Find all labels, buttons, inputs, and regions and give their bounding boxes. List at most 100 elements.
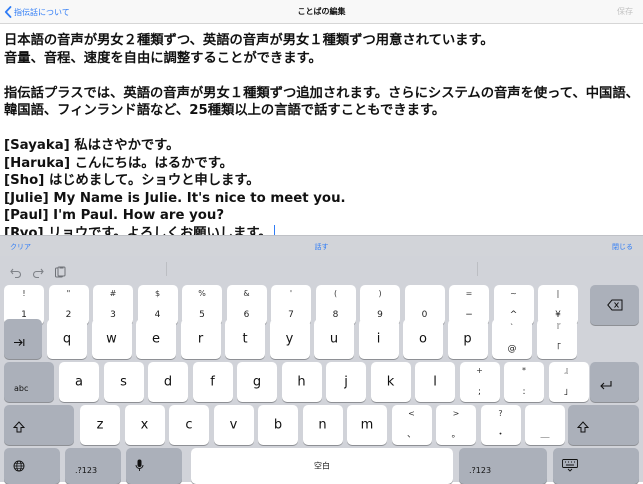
key-label: o xyxy=(419,331,427,347)
editor-line: [Julie] My Name is Julie. It's nice to m… xyxy=(4,190,346,206)
key-secondary-label: + xyxy=(476,366,483,375)
tab-icon xyxy=(13,332,25,351)
keyboard-dismiss-icon xyxy=(562,457,578,476)
key-secondary-label: * xyxy=(522,366,526,375)
numbers-key-right[interactable]: .?123 xyxy=(459,448,547,484)
key-label: m xyxy=(360,417,374,433)
key-primary-label: 」 xyxy=(563,387,573,397)
key-e[interactable]: e xyxy=(136,319,176,359)
key-s[interactable]: s xyxy=(103,362,144,402)
key-extra[interactable]: <、 xyxy=(391,405,432,445)
shift-icon xyxy=(576,418,590,437)
speak-button[interactable]: 話す xyxy=(315,243,329,251)
redo-icon[interactable] xyxy=(32,263,44,279)
key-m[interactable]: m xyxy=(347,405,387,445)
key-q[interactable]: q xyxy=(47,319,87,359)
return-key[interactable] xyxy=(590,362,639,402)
key-label: f xyxy=(210,374,215,390)
key-j[interactable]: j xyxy=(326,362,366,402)
key-i[interactable]: i xyxy=(358,319,399,359)
text-editor[interactable]: 日本語の音声が男女２種類ずつ、英語の音声が男女１種類ずつ用意されています。 音量、… xyxy=(4,32,639,242)
key-extra[interactable]: *: xyxy=(504,362,544,402)
key-label: d xyxy=(163,374,173,390)
key-b[interactable]: b xyxy=(258,405,298,445)
key-label: 空白 xyxy=(314,461,330,471)
key-k[interactable]: k xyxy=(370,362,411,402)
dismiss-keyboard-key[interactable] xyxy=(553,448,639,484)
key-x[interactable]: x xyxy=(124,405,165,445)
key-label: g xyxy=(252,374,262,390)
key-label: x xyxy=(140,417,149,433)
key-d[interactable]: d xyxy=(148,362,188,402)
key-f[interactable]: f xyxy=(192,362,233,402)
key-t[interactable]: t xyxy=(225,319,265,359)
key-label: .?123 xyxy=(469,466,492,475)
editor-line: 指伝話プラスでは、英語の音声が男女１種類ずつ追加されます。さらにシステムの音声を… xyxy=(4,85,639,101)
key-label: p xyxy=(463,331,472,347)
paste-icon[interactable] xyxy=(54,263,66,278)
dictation-key[interactable] xyxy=(126,448,182,484)
numbers-key-left[interactable]: .?123 xyxy=(65,448,121,484)
key-v[interactable]: v xyxy=(213,405,254,445)
space-key[interactable]: 空白 xyxy=(191,448,453,484)
shift-key-right[interactable] xyxy=(568,405,639,445)
key-label: u xyxy=(329,331,339,347)
return-icon xyxy=(599,375,612,394)
editor-line: 音量、音程、速度を自由に調整することができます。 xyxy=(4,50,322,66)
key-l[interactable]: l xyxy=(415,362,455,402)
key-extra[interactable]: ? ・ xyxy=(480,405,521,445)
undo-icon[interactable] xyxy=(10,263,22,279)
key-label: abc xyxy=(14,384,29,393)
key-label: v xyxy=(229,417,238,433)
key-secondary-label: > xyxy=(452,409,460,418)
tab-key[interactable] xyxy=(4,319,42,359)
key-secondary-label: 』 xyxy=(564,366,573,375)
key-a[interactable]: a xyxy=(59,362,99,402)
bar-divider xyxy=(166,262,167,276)
key-label: i xyxy=(376,331,381,347)
key-o[interactable]: o xyxy=(403,319,443,359)
keyboard: ! 1 " 2 #3 $4% 5 & 6 ' 7(8) 9 0 = − ~ ^ | ¥ q w e r t y u i o p ` @ 『「a… xyxy=(0,256,643,484)
key-primary-label: @ xyxy=(507,344,517,354)
key-label: w xyxy=(106,331,117,347)
key-y[interactable]: y xyxy=(269,319,310,359)
save-button[interactable]: 保存 xyxy=(617,6,633,17)
key-w[interactable]: w xyxy=(91,319,132,359)
key-primary-label: ・ xyxy=(495,430,505,440)
key-label: s xyxy=(120,374,127,390)
key-label: c xyxy=(185,417,193,433)
key-primary-label: ＿ xyxy=(540,430,550,440)
key-c[interactable]: c xyxy=(169,405,209,445)
close-button[interactable]: 閉じる xyxy=(612,242,633,252)
key-extra[interactable]: 』」 xyxy=(548,362,589,402)
key-n[interactable]: n xyxy=(302,405,343,445)
shift-icon xyxy=(12,418,26,437)
delete-icon xyxy=(606,296,623,315)
editor-line: [Haruka] こんにちは。はるかです。 xyxy=(4,155,233,171)
key-p[interactable]: p xyxy=(447,319,488,359)
delete-key[interactable] xyxy=(590,285,639,325)
key-secondary-label: ! xyxy=(22,289,26,298)
page-title: ことばの編集 xyxy=(297,7,346,16)
abc-key[interactable]: abc xyxy=(4,362,54,402)
key-g[interactable]: g xyxy=(237,362,277,402)
key-label: j xyxy=(344,374,348,390)
key-secondary-label: $ xyxy=(154,289,161,298)
key-label: a xyxy=(75,374,83,390)
key-primary-label: 、 xyxy=(406,430,416,440)
key-h[interactable]: h xyxy=(281,362,322,402)
globe-key[interactable] xyxy=(4,448,60,484)
key-extra[interactable]: 『「 xyxy=(536,319,577,359)
key-r[interactable]: r xyxy=(180,319,221,359)
shift-key-left[interactable] xyxy=(4,405,74,445)
key-extra[interactable]: ＿ xyxy=(525,405,565,445)
key-extra[interactable]: >。 xyxy=(436,405,476,445)
key-extra[interactable]: ` @ xyxy=(492,319,532,359)
key-u[interactable]: u xyxy=(314,319,354,359)
key-secondary-label: ~ xyxy=(510,289,517,298)
key-extra[interactable]: +; xyxy=(459,362,500,402)
key-z[interactable]: z xyxy=(80,405,120,445)
key-label: z xyxy=(96,417,104,433)
